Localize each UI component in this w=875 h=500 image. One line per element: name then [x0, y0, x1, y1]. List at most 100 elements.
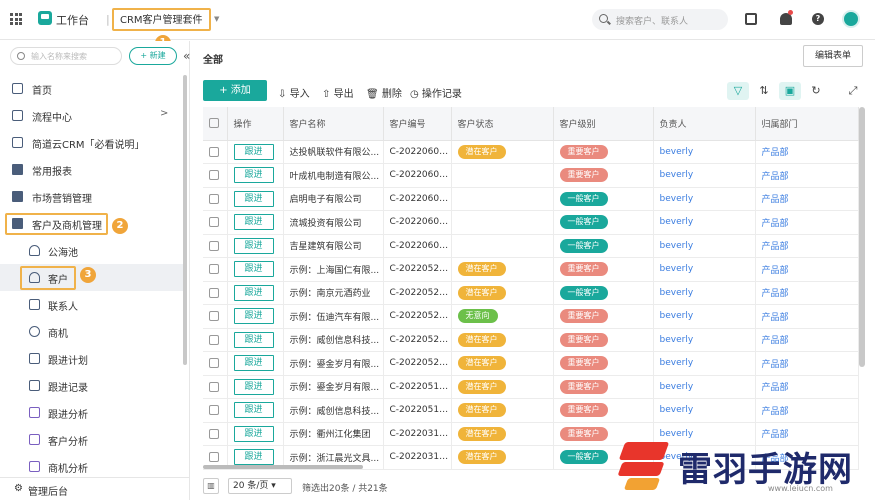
row-select-cell[interactable] [203, 422, 228, 446]
department-cell[interactable]: 产品部 [755, 140, 859, 164]
table-row[interactable]: 跟进 叶成机电制造有限公... C-20220602... 重要客户 beverly 产品… [203, 163, 859, 188]
sidebar-search-input[interactable]: 输入名称来搜索 [10, 47, 122, 65]
select-all-cell[interactable] [203, 107, 228, 141]
new-button[interactable]: + 新建 [129, 47, 177, 65]
owner-link[interactable]: beverly [660, 241, 694, 251]
owner-link[interactable]: beverly [660, 147, 694, 157]
sidebar-item-marketing[interactable]: 市场营销管理 [0, 183, 185, 210]
sidebar-item-customer-analysis[interactable]: 客户分析 [0, 426, 185, 453]
department-cell[interactable]: 产品部 [755, 375, 859, 399]
owner-cell[interactable]: beverly [653, 257, 756, 282]
follow-up-button[interactable]: 跟进 [233, 425, 274, 442]
column-header[interactable]: 归属部门 [755, 107, 859, 141]
follow-up-button[interactable]: 跟进 [233, 190, 274, 207]
table-row[interactable]: 跟进 示例：鎏金岁月有限... C-20220527... 潜在客户 重要客户 bever… [203, 351, 859, 376]
owner-cell[interactable]: beverly [653, 210, 756, 235]
department-cell[interactable]: 产品部 [755, 398, 859, 423]
owner-cell[interactable]: beverly [653, 140, 756, 164]
department-cell[interactable]: 产品部 [755, 257, 859, 282]
row-select-cell[interactable] [203, 187, 228, 211]
owner-cell[interactable]: beverly [653, 234, 756, 258]
row-select-cell[interactable] [203, 398, 228, 423]
follow-up-button[interactable]: 跟进 [233, 308, 274, 325]
follow-up-button[interactable]: 跟进 [233, 449, 274, 466]
owner-cell[interactable]: beverly [653, 163, 756, 188]
admin-backend-link[interactable]: ⚙ 管理后台 [0, 477, 190, 500]
column-header[interactable]: 客户编号 [383, 107, 452, 141]
column-header[interactable]: 客户名称 [283, 107, 384, 141]
department-link[interactable]: 产品部 [762, 148, 789, 158]
department-link[interactable]: 产品部 [762, 407, 789, 417]
filter-icon[interactable]: ▽ [727, 82, 749, 100]
avatar[interactable] [842, 10, 860, 28]
owner-cell[interactable]: beverly [653, 304, 756, 329]
follow-up-button[interactable]: 跟进 [233, 331, 274, 348]
operation-log-button[interactable]: ◷ 操作记录 [410, 85, 462, 100]
row-checkbox[interactable] [209, 170, 219, 180]
owner-link[interactable]: beverly [660, 405, 694, 415]
department-link[interactable]: 产品部 [762, 313, 789, 323]
sidebar-item-public-pool[interactable]: 公海池 [0, 237, 185, 264]
owner-link[interactable]: beverly [660, 382, 694, 392]
column-header[interactable]: 客户级别 [553, 107, 654, 141]
table-row[interactable]: 跟进 流城投资有限公司 C-20220602... 一般客户 beverly 产品部 [203, 210, 859, 235]
owner-cell[interactable]: beverly [653, 375, 756, 399]
owner-cell[interactable]: beverly [653, 351, 756, 376]
department-cell[interactable]: 产品部 [755, 163, 859, 188]
table-row[interactable]: 跟进 示例：鎏金岁月有限... C-20220519... 潜在客户 重要客户 bever… [203, 375, 859, 399]
sidebar-item-opportunities[interactable]: 商机 [0, 318, 185, 345]
delete-button[interactable]: 🗑 删除 [366, 85, 402, 100]
owner-link[interactable]: beverly [660, 264, 694, 274]
table-row[interactable]: 跟进 示例：伍迪汽车有限... C-20220527... 无意向 重要客户 beverl… [203, 304, 859, 329]
row-select-cell[interactable] [203, 234, 228, 258]
book-icon[interactable] [745, 13, 757, 25]
row-checkbox[interactable] [209, 428, 219, 439]
department-cell[interactable]: 产品部 [755, 351, 859, 376]
refresh-icon[interactable]: ↻ [805, 82, 827, 100]
sidebar-scrollbar[interactable] [183, 75, 187, 365]
row-checkbox[interactable] [209, 193, 219, 204]
follow-up-button[interactable]: 跟进 [233, 355, 274, 372]
global-search[interactable]: 搜索客户、联系人 [592, 9, 728, 30]
owner-link[interactable]: beverly [660, 288, 694, 298]
fullscreen-icon[interactable]: ⤢ [842, 82, 864, 100]
owner-link[interactable]: beverly [660, 217, 694, 227]
row-select-cell[interactable] [203, 210, 228, 235]
row-checkbox[interactable] [209, 311, 219, 321]
department-cell[interactable]: 产品部 [755, 187, 859, 211]
collapse-sidebar-icon[interactable]: « [183, 49, 190, 63]
row-select-cell[interactable] [203, 375, 228, 399]
row-select-cell[interactable] [203, 351, 228, 376]
app-grid-icon[interactable] [10, 13, 22, 25]
department-cell[interactable]: 产品部 [755, 304, 859, 329]
row-checkbox[interactable] [209, 287, 219, 298]
department-cell[interactable]: 产品部 [755, 281, 859, 305]
row-select-cell[interactable] [203, 140, 228, 164]
follow-up-button[interactable]: 跟进 [233, 284, 274, 301]
page-size-select[interactable]: 20 条/页 ▾ [228, 478, 292, 494]
row-checkbox[interactable] [209, 240, 219, 251]
department-cell[interactable]: 产品部 [755, 210, 859, 235]
table-vertical-scrollbar[interactable] [859, 107, 865, 367]
row-checkbox[interactable] [209, 358, 219, 368]
import-button[interactable]: ⇩ 导入 [278, 85, 310, 100]
row-checkbox[interactable] [209, 381, 219, 392]
add-button[interactable]: + 添加 [203, 80, 267, 101]
owner-cell[interactable]: beverly [653, 187, 756, 211]
row-select-cell[interactable] [203, 163, 228, 188]
follow-up-button[interactable]: 跟进 [233, 143, 274, 160]
row-select-cell[interactable] [203, 304, 228, 329]
suite-selector[interactable]: CRM客户管理套件 [112, 8, 211, 31]
owner-link[interactable]: beverly [660, 311, 694, 321]
table-row[interactable]: 跟进 吉星建筑有限公司 C-20220602... 一般客户 beverly 产品部 [203, 234, 859, 258]
sidebar-item-follow-records[interactable]: 跟进记录 [0, 372, 185, 399]
row-checkbox[interactable] [209, 264, 219, 274]
owner-link[interactable]: beverly [660, 358, 694, 368]
department-link[interactable]: 产品部 [762, 219, 789, 229]
column-settings-icon[interactable]: ▥ [203, 478, 219, 494]
sidebar-item-home[interactable]: 首页 [0, 75, 185, 102]
table-row[interactable]: 跟进 示例：南京元酒药业 C-20220527... 潜在客户 一般客户 beverly 产… [203, 281, 859, 305]
row-select-cell[interactable] [203, 281, 228, 305]
row-checkbox[interactable] [209, 146, 219, 157]
department-link[interactable]: 产品部 [762, 383, 789, 393]
